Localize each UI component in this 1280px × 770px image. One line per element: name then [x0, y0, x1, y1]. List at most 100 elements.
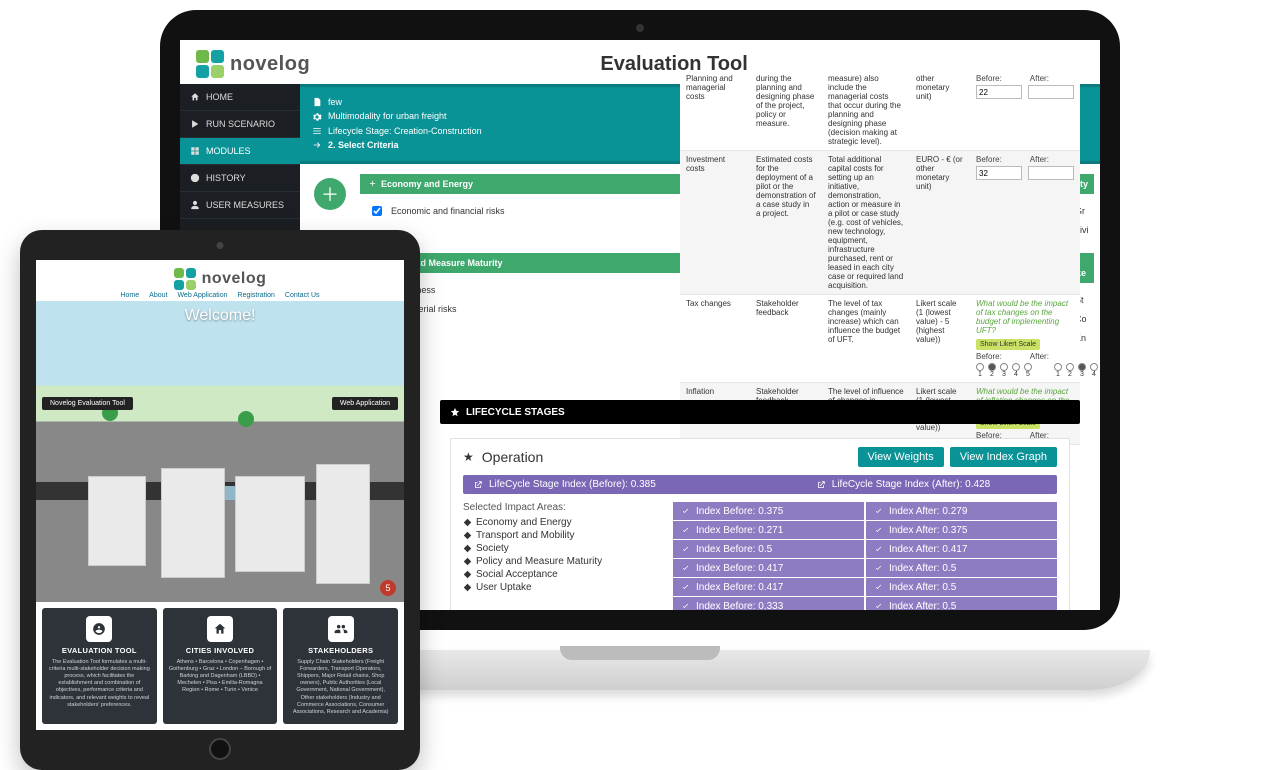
- impact-area-item: Society: [463, 543, 663, 554]
- camera-dot: [636, 24, 644, 32]
- after-label: After:: [1030, 74, 1049, 83]
- star-icon: [450, 407, 460, 417]
- table-cell: EURO - € (or other monetary unit): [910, 151, 970, 294]
- flag-before: LifeCycle Stage Index (Before): 0.385: [489, 479, 656, 490]
- check-icon: [681, 602, 690, 611]
- fab-button[interactable]: ＋: [314, 178, 346, 210]
- gear-icon: [312, 112, 322, 122]
- crumb-text: few: [328, 95, 342, 109]
- nav-link[interactable]: Web Application: [177, 292, 227, 299]
- check-icon: [681, 583, 690, 592]
- crumb-text: Multimodality for urban freight: [328, 109, 447, 123]
- check-icon: [874, 507, 883, 516]
- nav-link[interactable]: About: [149, 292, 167, 299]
- before-label: Before:: [976, 74, 1002, 83]
- tablet-screen: novelog Home About Web Application Registra…: [36, 260, 404, 730]
- card-body: The Evaluation Tool formulates a multi-c…: [48, 659, 151, 709]
- likert-note: What would be the impact of tax changes …: [976, 299, 1074, 335]
- lifecycle-bar: LIFECYCLE STAGES: [440, 400, 1080, 424]
- after-input[interactable]: [1028, 85, 1074, 99]
- show-likert-button[interactable]: Show Likert Scale: [976, 339, 1040, 350]
- flag-after: LifeCycle Stage Index (After): 0.428: [832, 479, 990, 490]
- hero-pill-left[interactable]: Novelog Evaluation Tool: [42, 397, 133, 410]
- sidebar-item-user-measures[interactable]: USER MEASURES: [180, 192, 300, 219]
- info-card[interactable]: EVALUATION TOOL The Evaluation Tool formu…: [42, 608, 157, 724]
- crumb-text: Lifecycle Stage: Creation-Construction: [328, 124, 482, 138]
- lifecycle-index-bar: LifeCycle Stage Index (Before): 0.385 Li…: [463, 475, 1057, 494]
- logo-mark-icon: [174, 268, 196, 290]
- impact-area-item: User Uptake: [463, 582, 663, 593]
- likert-after-radios[interactable]: [1054, 363, 1100, 371]
- nav-link[interactable]: Registration: [238, 292, 275, 299]
- impact-areas-title: Selected Impact Areas:: [463, 502, 663, 513]
- view-index-graph-button[interactable]: View Index Graph: [950, 447, 1057, 467]
- info-card[interactable]: STAKEHOLDERSSupply Chain Stakeholders (F…: [283, 608, 398, 724]
- check-icon: [874, 583, 883, 592]
- clock-icon: [190, 173, 200, 183]
- sidebar-item-history[interactable]: HISTORY: [180, 165, 300, 192]
- index-row: Index Before: 0.417Index After: 0.5: [673, 578, 1057, 596]
- index-after-cell: Index After: 0.375: [866, 521, 1057, 539]
- operation-title: Operation: [482, 449, 543, 465]
- criteria-checkbox[interactable]: Economic and financial risks: [368, 203, 688, 219]
- index-before-cell: Index Before: 0.271: [673, 521, 866, 539]
- external-link-icon: [473, 480, 483, 490]
- tablet-device: novelog Home About Web Application Registra…: [20, 230, 420, 770]
- sidebar-item-modules[interactable]: MODULES: [180, 138, 300, 165]
- brand-logo: novelog: [174, 268, 267, 290]
- hero-pill-right[interactable]: Web Application: [332, 397, 398, 410]
- after-input[interactable]: [1028, 166, 1074, 180]
- diamond-icon: [463, 544, 472, 553]
- check-icon: [681, 545, 690, 554]
- index-before-cell: Index Before: 0.417: [673, 559, 866, 577]
- likert-scale: 12345 12345: [976, 363, 1074, 378]
- index-row: Index Before: 0.5Index After: 0.417: [673, 540, 1057, 558]
- check-icon: [874, 564, 883, 573]
- index-after-cell: Index After: 0.279: [866, 502, 1057, 520]
- index-row: Index Before: 0.375Index After: 0.279: [673, 502, 1057, 520]
- star-icon: ★: [463, 450, 474, 464]
- index-after-cell: Index After: 0.417: [866, 540, 1057, 558]
- before-input[interactable]: [976, 85, 1022, 99]
- index-after-cell: Index After: 0.5: [866, 578, 1057, 596]
- table-cell: The level of tax changes (mainly increas…: [822, 295, 910, 382]
- likert-before-radios[interactable]: [976, 363, 1032, 371]
- criteria-item-label: Economic and financial risks: [391, 206, 505, 216]
- check-icon: [681, 526, 690, 535]
- hero-illustration: Welcome! Novelog Evaluation Tool Web App…: [36, 301, 404, 602]
- file-icon: [312, 97, 322, 107]
- index-before-cell: Index Before: 0.333: [673, 597, 866, 610]
- check-icon: [681, 564, 690, 573]
- check-icon: [874, 602, 883, 611]
- sidebar-item-label: USER MEASURES: [206, 200, 284, 210]
- view-weights-button[interactable]: View Weights: [858, 447, 944, 467]
- criteria-header-economy[interactable]: Economy and Energy: [360, 174, 696, 194]
- list-icon: [312, 126, 322, 136]
- card-title: EVALUATION TOOL: [48, 646, 151, 655]
- sidebar-item-run-scenario[interactable]: RUN SCENARIO: [180, 111, 300, 138]
- before-input[interactable]: [976, 166, 1022, 180]
- crumb-text: 2. Select Criteria: [328, 138, 399, 152]
- table-cell: during the planning and designing phase …: [750, 70, 822, 150]
- card-icon: [207, 616, 233, 642]
- sidebar-item-label: MODULES: [206, 146, 251, 156]
- sidebar-item-home[interactable]: HOME: [180, 84, 300, 111]
- tablet-header: novelog Home About Web Application Registra…: [36, 260, 404, 301]
- arrow-right-icon: [312, 140, 322, 150]
- camera-dot: [217, 242, 224, 249]
- sidebar-item-label: RUN SCENARIO: [206, 119, 275, 129]
- home-button[interactable]: [209, 738, 231, 760]
- nav-link[interactable]: Contact Us: [285, 292, 320, 299]
- play-icon: [190, 119, 200, 129]
- diamond-icon: [463, 531, 472, 540]
- nav-link[interactable]: Home: [120, 292, 139, 299]
- table-cell: Likert scale (1 (lowest value) - 5 (high…: [910, 295, 970, 382]
- impact-area-item: Transport and Mobility: [463, 530, 663, 541]
- brand-name: novelog: [202, 270, 267, 288]
- card-title: STAKEHOLDERS: [289, 646, 392, 655]
- index-before-cell: Index Before: 0.417: [673, 578, 866, 596]
- grid-icon: [190, 146, 200, 156]
- info-card[interactable]: CITIES INVOLVEDAthens • Barcelona • Cope…: [163, 608, 278, 724]
- index-row: Index Before: 0.271Index After: 0.375: [673, 521, 1057, 539]
- plus-icon: [368, 179, 377, 188]
